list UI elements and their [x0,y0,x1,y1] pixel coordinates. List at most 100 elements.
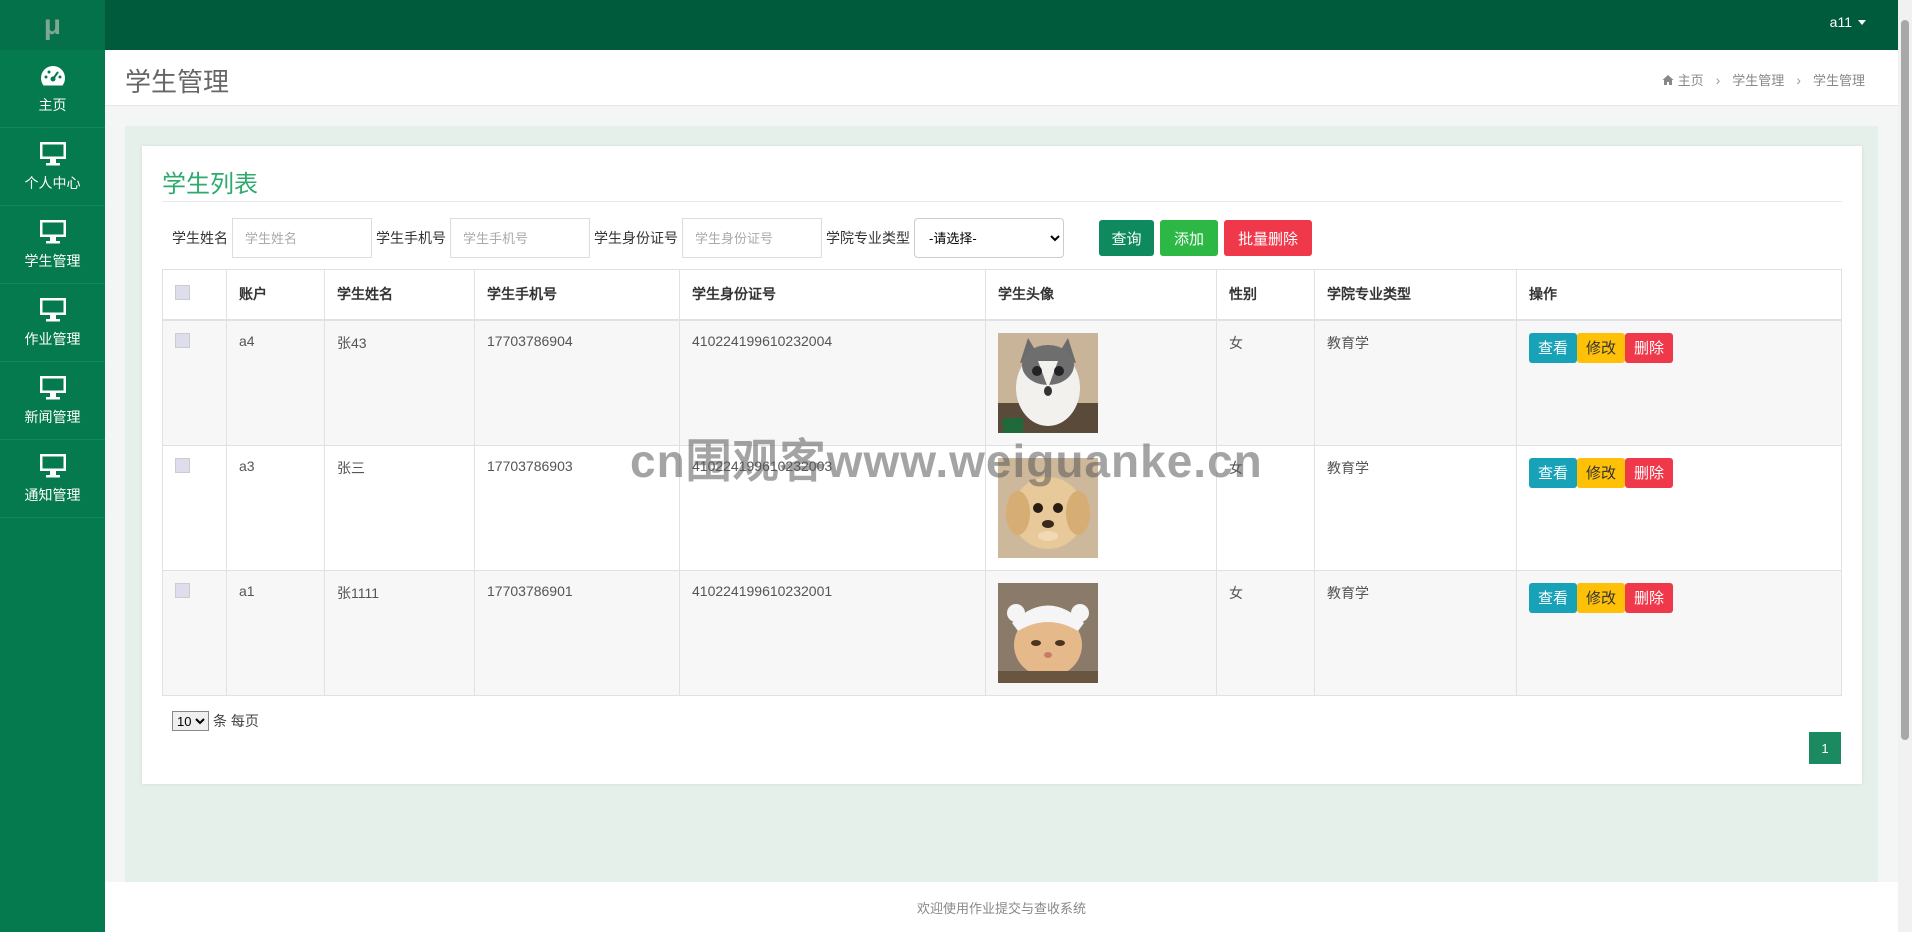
divider [162,201,1842,202]
avatar-cell [985,569,1217,696]
home-icon [1662,75,1674,85]
page-header: 学生管理 主页 › 学生管理 › 学生管理 [105,50,1898,106]
dashboard-icon [40,65,65,85]
phone-cell: 17703786903 [474,444,680,571]
phone-cell: 17703786904 [474,319,680,446]
column-header: 学生头像 [985,269,1217,321]
page-size-control: 10 条 每页 [172,711,259,731]
gender-cell: 女 [1216,569,1315,696]
id-search-input[interactable] [682,218,822,258]
edit-button[interactable]: 修改 [1577,457,1626,488]
gender-cell: 女 [1216,319,1315,446]
breadcrumb-home-label: 主页 [1677,73,1704,88]
sidebar-item-profile[interactable]: 个人中心 [0,128,105,206]
user-menu[interactable]: a11 [1830,14,1866,30]
gender-cell: 女 [1216,444,1315,571]
monitor-icon [39,141,66,165]
phone-label: 学生手机号 [376,230,446,246]
column-header: 学生手机号 [474,269,680,321]
avatar[interactable] [998,457,1098,558]
breadcrumb-item[interactable]: 学生管理 [1732,70,1784,89]
view-button[interactable]: 查看 [1529,332,1578,363]
account-cell: a1 [226,569,325,696]
edit-button[interactable]: 修改 [1577,582,1626,613]
scrollbar-thumb[interactable] [1901,20,1909,740]
sidebar-item-home[interactable]: 主页 [0,50,105,128]
select-all-checkbox[interactable] [175,285,190,301]
phone-search-input[interactable] [450,218,590,258]
column-header: 账户 [226,269,325,321]
sidebar-item-label: 个人中心 [24,174,81,191]
monitor-icon [39,219,66,243]
column-header: 性别 [1216,269,1315,321]
monitor-icon [39,375,66,399]
sidebar-item-label: 新闻管理 [24,408,81,425]
breadcrumb-separator: › [1796,71,1801,88]
sidebar-item-label: 通知管理 [24,486,81,503]
row-checkbox[interactable] [175,582,190,598]
avatar[interactable] [998,582,1098,683]
sidebar-item-students[interactable]: 学生管理 [0,206,105,284]
caret-down-icon [1858,19,1866,25]
id-cell: 410224199610232003 [679,444,986,571]
breadcrumb-separator: › [1715,71,1721,88]
table-row: a3 张三 17703786903 410224199610232003 女 教… [162,444,1842,571]
breadcrumb-home[interactable]: 主页 [1662,70,1704,89]
footer: 欢迎使用作业提交与查收系统 [105,882,1898,932]
view-button[interactable]: 查看 [1529,457,1578,488]
view-button[interactable]: 查看 [1529,582,1578,613]
column-header: 学生身份证号 [679,269,986,321]
actions-cell: 查看 修改 删除 [1516,319,1842,446]
name-label: 学生姓名 [172,230,228,246]
page-button-current[interactable]: 1 [1809,732,1841,764]
search-bar: 学生姓名 学生手机号 学生身份证号 学院专业类型 -请选择- 查询 添加 批量删… [172,218,1312,258]
name-search-input[interactable] [232,218,372,258]
row-checkbox[interactable] [175,332,190,348]
delete-button[interactable]: 删除 [1625,332,1674,363]
phone-cell: 17703786901 [474,569,680,696]
add-button[interactable]: 添加 [1160,220,1218,256]
student-list-card: 学生列表 学生姓名 学生手机号 学生身份证号 学院专业类型 -请选择- 查询 添… [142,146,1862,784]
major-select[interactable]: -请选择- [914,218,1064,258]
column-header: 操作 [1516,269,1842,321]
page-size-suffix: 条 每页 [213,713,259,729]
edit-button[interactable]: 修改 [1577,332,1626,363]
logo: μ [0,0,105,50]
select-all-cell [162,269,227,321]
username: a11 [1829,14,1852,30]
account-cell: a3 [226,444,325,571]
table-header-row: 账户 学生姓名 学生手机号 学生身份证号 学生头像 性别 学院专业类型 操作 [162,269,1842,321]
delete-button[interactable]: 删除 [1625,582,1674,613]
name-cell: 张三 [324,444,475,571]
row-checkbox[interactable] [175,457,190,473]
major-cell: 教育学 [1314,319,1517,446]
actions-cell: 查看 修改 删除 [1516,444,1842,571]
select-cell [162,319,227,446]
delete-button[interactable]: 删除 [1625,457,1674,488]
major-cell: 教育学 [1314,569,1517,696]
avatar-cell [985,319,1217,446]
select-cell [162,569,227,696]
query-button[interactable]: 查询 [1099,220,1154,256]
name-cell: 张1111 [324,569,475,696]
column-header: 学生姓名 [324,269,475,321]
account-cell: a4 [226,319,325,446]
monitor-icon [39,453,66,477]
breadcrumb-current: 学生管理 [1812,73,1865,88]
student-table: 账户 学生姓名 学生手机号 学生身份证号 学生头像 性别 学院专业类型 操作 a… [162,269,1842,696]
sidebar-item-notices[interactable]: 通知管理 [0,440,105,518]
avatar-cell [985,444,1217,571]
scrollbar[interactable] [1898,0,1912,932]
page-size-select[interactable]: 10 [172,711,209,731]
avatar[interactable] [998,332,1098,433]
page-title: 学生管理 [125,67,230,97]
sidebar-item-homework[interactable]: 作业管理 [0,284,105,362]
name-cell: 张43 [324,319,475,446]
card-title: 学生列表 [162,171,258,198]
select-cell [162,444,227,571]
id-cell: 410224199610232001 [679,569,986,696]
id-cell: 410224199610232004 [679,319,986,446]
sidebar-item-news[interactable]: 新闻管理 [0,362,105,440]
batch-delete-button[interactable]: 批量删除 [1224,220,1312,256]
column-header: 学院专业类型 [1314,269,1517,321]
